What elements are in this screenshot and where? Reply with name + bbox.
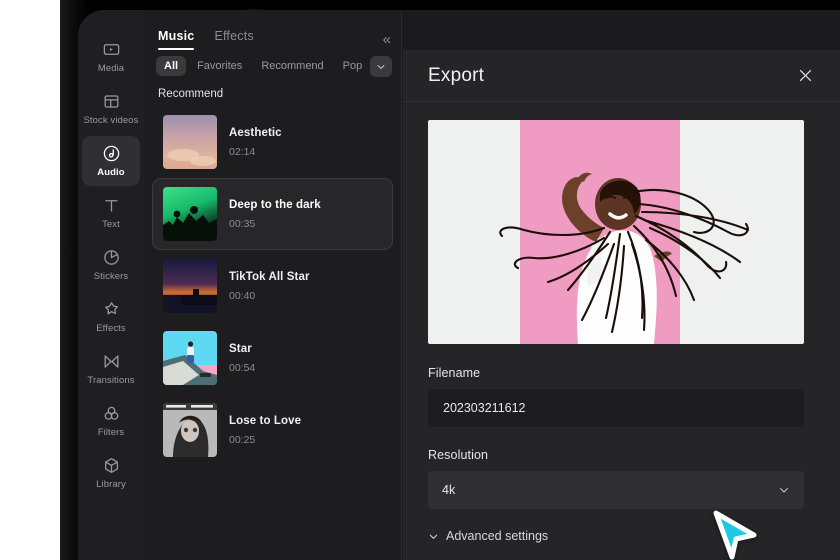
track-name: Deep to the dark (229, 199, 321, 211)
track-row-deep-to-the-dark[interactable]: Deep to the dark 00:35 (152, 178, 393, 250)
track-meta: Aesthetic 02:14 (229, 127, 282, 158)
chevron-down-icon (428, 531, 439, 542)
stock-videos-icon (102, 92, 121, 111)
sidebar-label-stock-videos: Stock videos (83, 115, 138, 126)
app-root: Select track to make adjustments Media S… (0, 0, 840, 560)
chip-recommend[interactable]: Recommend (253, 56, 331, 76)
resolution-select[interactable]: 4k (428, 471, 804, 509)
track-name: Lose to Love (229, 415, 301, 427)
chip-favorites[interactable]: Favorites (189, 56, 250, 76)
sidebar-label-filters: Filters (98, 427, 125, 438)
track-duration: 00:40 (229, 290, 310, 302)
track-duration: 00:25 (229, 434, 301, 446)
page-white-margin (0, 0, 60, 560)
advanced-settings-toggle[interactable]: Advanced settings (428, 529, 815, 543)
sidebar-item-stickers[interactable]: Stickers (82, 240, 140, 290)
sidebar-label-transitions: Transitions (87, 375, 134, 386)
left-nav-rail: Media Stock videos Audio (78, 10, 144, 560)
export-header: Export (403, 50, 840, 102)
stickers-icon (102, 248, 121, 267)
tab-music[interactable]: Music (158, 29, 194, 50)
chip-pop[interactable]: Pop (335, 56, 371, 76)
track-duration: 02:14 (229, 146, 282, 158)
sidebar-label-audio: Audio (97, 167, 124, 178)
sidebar-item-effects[interactable]: Effects (82, 292, 140, 342)
track-list: Aesthetic 02:14 (144, 106, 401, 466)
sidebar-label-text: Text (102, 219, 120, 230)
export-drawer: Export (403, 50, 840, 560)
filename-label: Filename (428, 366, 815, 380)
library-cube-icon (102, 456, 121, 475)
sidebar-item-text[interactable]: Text (82, 188, 140, 238)
sidebar-label-library: Library (96, 479, 126, 490)
track-thumbnail (163, 403, 217, 457)
transitions-icon (102, 352, 121, 371)
chips-expand-button[interactable] (370, 56, 392, 77)
video-preview (428, 120, 804, 344)
music-panel: Music Effects « All Favorites Recommend … (144, 10, 402, 560)
sidebar-item-library[interactable]: Library (82, 448, 140, 498)
close-export-button[interactable] (792, 63, 818, 89)
sidebar-item-media[interactable]: Media (82, 32, 140, 82)
export-title: Export (428, 65, 484, 87)
track-row-star[interactable]: Star 00:54 (152, 322, 393, 394)
track-row-aesthetic[interactable]: Aesthetic 02:14 (152, 106, 393, 178)
track-meta: Lose to Love 00:25 (229, 415, 301, 446)
track-meta: Deep to the dark 00:35 (229, 199, 321, 230)
media-icon (102, 40, 121, 59)
close-icon (797, 67, 814, 84)
filename-input[interactable] (428, 389, 804, 427)
chip-all[interactable]: All (156, 56, 186, 76)
track-row-tiktok-all-star[interactable]: TikTok All Star 00:40 (152, 250, 393, 322)
track-thumbnail (163, 187, 217, 241)
resolution-label: Resolution (428, 448, 815, 462)
sidebar-item-filters[interactable]: Filters (82, 396, 140, 446)
text-icon (102, 196, 121, 215)
sidebar-item-stock-videos[interactable]: Stock videos (82, 84, 140, 134)
track-name: Star (229, 343, 255, 355)
audio-note-icon (102, 144, 121, 163)
preview-frame (428, 120, 804, 344)
export-body: Filename Resolution 4k Advanced settings (403, 102, 840, 560)
chevron-down-icon (778, 484, 790, 496)
track-duration: 00:35 (229, 218, 321, 230)
panel-tab-bar: Music Effects « (144, 10, 401, 50)
sidebar-label-effects: Effects (96, 323, 126, 334)
filters-icon (102, 404, 121, 423)
track-meta: Star 00:54 (229, 343, 255, 374)
section-title-recommend: Recommend (144, 82, 401, 106)
advanced-settings-label: Advanced settings (446, 529, 548, 543)
track-duration: 00:54 (229, 362, 255, 374)
track-thumbnail (163, 115, 217, 169)
effects-star-icon (102, 300, 121, 319)
sidebar-item-transitions[interactable]: Transitions (82, 344, 140, 394)
track-thumbnail (163, 259, 217, 313)
sidebar-label-media: Media (98, 63, 124, 74)
track-thumbnail (163, 331, 217, 385)
track-row-lose-to-love[interactable]: Lose to Love 00:25 (152, 394, 393, 466)
track-name: TikTok All Star (229, 271, 310, 283)
tab-effects[interactable]: Effects (214, 29, 253, 50)
track-name: Aesthetic (229, 127, 282, 139)
collapse-panel-icon[interactable]: « (383, 32, 391, 47)
filter-chip-row: All Favorites Recommend Pop R (144, 50, 401, 82)
sidebar-item-audio[interactable]: Audio (82, 136, 140, 186)
track-meta: TikTok All Star 00:40 (229, 271, 310, 302)
sidebar-label-stickers: Stickers (94, 271, 129, 282)
resolution-value: 4k (442, 483, 455, 497)
chevron-down-icon (376, 62, 386, 72)
